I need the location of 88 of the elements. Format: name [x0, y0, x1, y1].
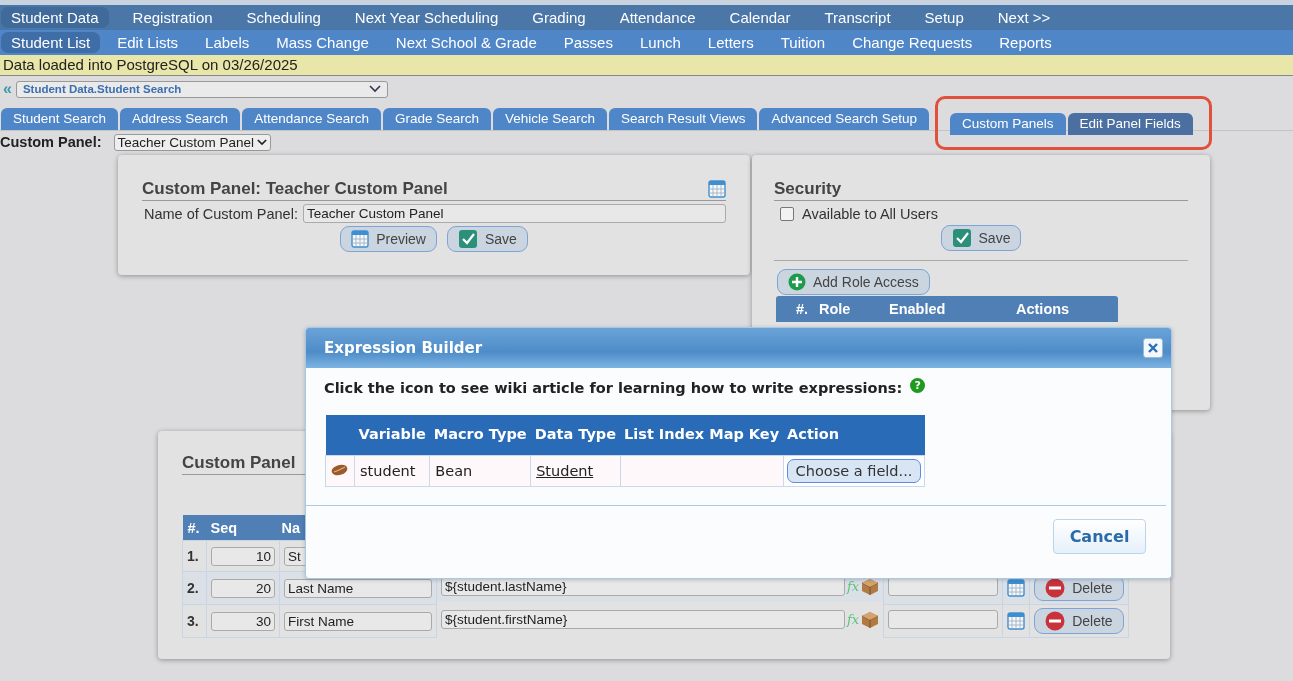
menu-item[interactable]: Grading	[522, 7, 596, 28]
expression-field[interactable]: ${student.firstName}	[441, 610, 845, 629]
submenu-item[interactable]: Lunch	[629, 32, 691, 53]
column-header: List Index Map Key	[620, 415, 784, 456]
calendar-icon	[1007, 612, 1026, 630]
column-header: Variable	[354, 415, 430, 456]
column-header: Macro Type	[429, 415, 531, 456]
column-header: Data Type	[530, 415, 621, 456]
checkbox[interactable]	[780, 207, 794, 221]
text-field[interactable]	[888, 610, 999, 629]
tab[interactable]: Student Search	[1, 108, 119, 130]
chevron-icon	[257, 138, 268, 146]
menu-item[interactable]: Next Year Scheduling	[344, 7, 509, 28]
menu-item[interactable]: Setup	[914, 7, 974, 28]
notice-bar: Data loaded into PostgreSQL on 03/26/2025	[0, 55, 1293, 76]
tab[interactable]: Search Result Views	[609, 108, 758, 130]
column-header: Actions	[1016, 301, 1070, 317]
close-icon	[1148, 343, 1158, 353]
field-label: Name of Custom Panel:	[144, 205, 298, 222]
submenu-item[interactable]: Change Requests	[842, 32, 983, 53]
column-header: Role	[819, 301, 852, 317]
save-button[interactable]: Save	[446, 226, 528, 252]
menu-item[interactable]: Scheduling	[236, 7, 331, 28]
checkmark-icon	[457, 229, 478, 249]
seq-field[interactable]: 10	[211, 546, 275, 566]
submenu-item[interactable]: Tuition	[770, 32, 836, 53]
panel-dropdown[interactable]: Teacher Custom Panel	[113, 133, 272, 151]
tab[interactable]: Custom Panels	[950, 113, 1066, 135]
menu-item[interactable]: Transcript	[814, 7, 901, 28]
menu-item[interactable]: Registration	[122, 7, 223, 28]
menu-item[interactable]: Calendar	[719, 7, 801, 28]
chevron-icon	[368, 85, 381, 93]
name-field[interactable]: Teacher Custom Panel	[302, 204, 726, 223]
submenu-item[interactable]: Student List	[1, 32, 101, 53]
submenu-item[interactable]: Passes	[553, 32, 623, 53]
submenu-item[interactable]: Reports	[989, 32, 1062, 53]
row-number: 1.	[182, 540, 207, 572]
checkmark-icon	[951, 228, 972, 248]
field-label: Custom Panel:	[0, 134, 102, 150]
menu-item[interactable]: Attendance	[609, 7, 706, 28]
submenu-item[interactable]: Letters	[697, 32, 764, 53]
help-icon[interactable]: ?	[910, 377, 926, 393]
bean-icon	[331, 464, 348, 476]
tab[interactable]: Edit Panel Fields	[1067, 113, 1193, 135]
menu-item[interactable]: Student Data	[1, 7, 109, 28]
save-button[interactable]: Save	[940, 225, 1022, 251]
column-header: #.	[182, 515, 207, 541]
panel-title: Custom Panel: Teacher Custom Panel	[142, 179, 449, 200]
collapse-toggle[interactable]: «	[3, 80, 12, 98]
column-header: Action	[783, 415, 925, 456]
plus-icon	[788, 273, 806, 291]
cube-icon[interactable]	[861, 610, 880, 629]
cancel-button[interactable]: Cancel	[1053, 519, 1146, 554]
seq-field[interactable]: 30	[211, 611, 275, 631]
tab[interactable]: Advanced Search Setup	[759, 108, 929, 130]
delete-button[interactable]: Delete	[1034, 608, 1125, 634]
submenu-item[interactable]: Next School & Grade	[385, 32, 547, 53]
instruction-text: Click the icon to see wiki article for learning how to write expressions:	[324, 380, 903, 396]
minus-icon	[1045, 611, 1066, 631]
choose-field-button[interactable]: Choose a field...	[786, 459, 922, 483]
calendar-icon	[708, 180, 726, 198]
menu-item[interactable]: Next >>	[987, 7, 1061, 28]
panel-title: Security	[774, 179, 1188, 201]
row-number: 3.	[182, 604, 207, 638]
table-cell: student	[354, 455, 430, 487]
column-header: Enabled	[889, 301, 947, 317]
view-dropdown[interactable]: Student Data.Student Search	[15, 80, 388, 98]
cube-icon[interactable]	[861, 577, 880, 596]
tab[interactable]: Attendance Search	[242, 108, 381, 130]
name-field[interactable]: Last Name	[284, 578, 432, 598]
tab[interactable]: Grade Search	[383, 108, 492, 130]
submenu-item[interactable]: Labels	[195, 32, 260, 53]
preview-button[interactable]: Preview	[340, 226, 437, 252]
name-field[interactable]: First Name	[284, 611, 432, 631]
close-button[interactable]	[1143, 338, 1163, 358]
column-header: Seq	[206, 515, 280, 541]
row-number: 2.	[182, 571, 207, 605]
seq-field[interactable]: 20	[211, 578, 275, 598]
table-cell: Bean	[429, 455, 531, 487]
checkbox-label: Available to All Users	[802, 206, 938, 222]
dialog-title: Expression Builder	[324, 339, 483, 357]
tab[interactable]: Address Search	[120, 108, 241, 130]
tab[interactable]: Vehicle Search	[493, 108, 608, 130]
submenu-item[interactable]: Mass Change	[266, 32, 379, 53]
add-role-button[interactable]: Add Role Access	[777, 269, 930, 295]
submenu-item[interactable]: Edit Lists	[107, 32, 189, 53]
column-header: #.	[796, 301, 810, 317]
calendar-icon	[351, 230, 370, 248]
